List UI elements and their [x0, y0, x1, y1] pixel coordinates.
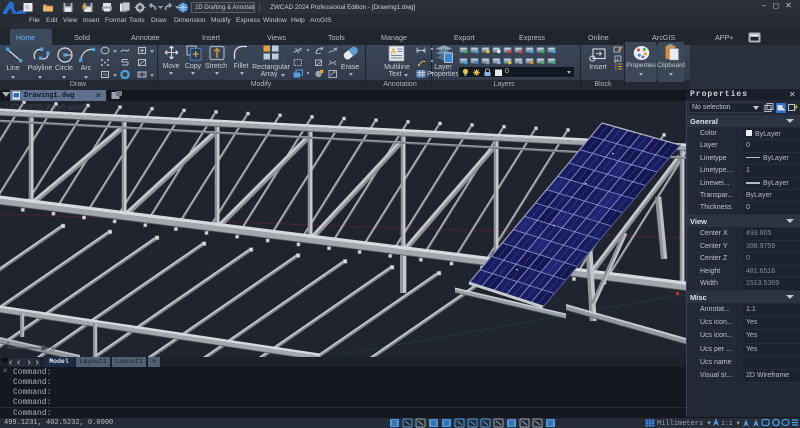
svg-text:X: X — [50, 346, 55, 353]
svg-text:1:1 ▾: 1:1 ▾ — [721, 420, 741, 427]
svg-text:A: A — [391, 47, 397, 56]
